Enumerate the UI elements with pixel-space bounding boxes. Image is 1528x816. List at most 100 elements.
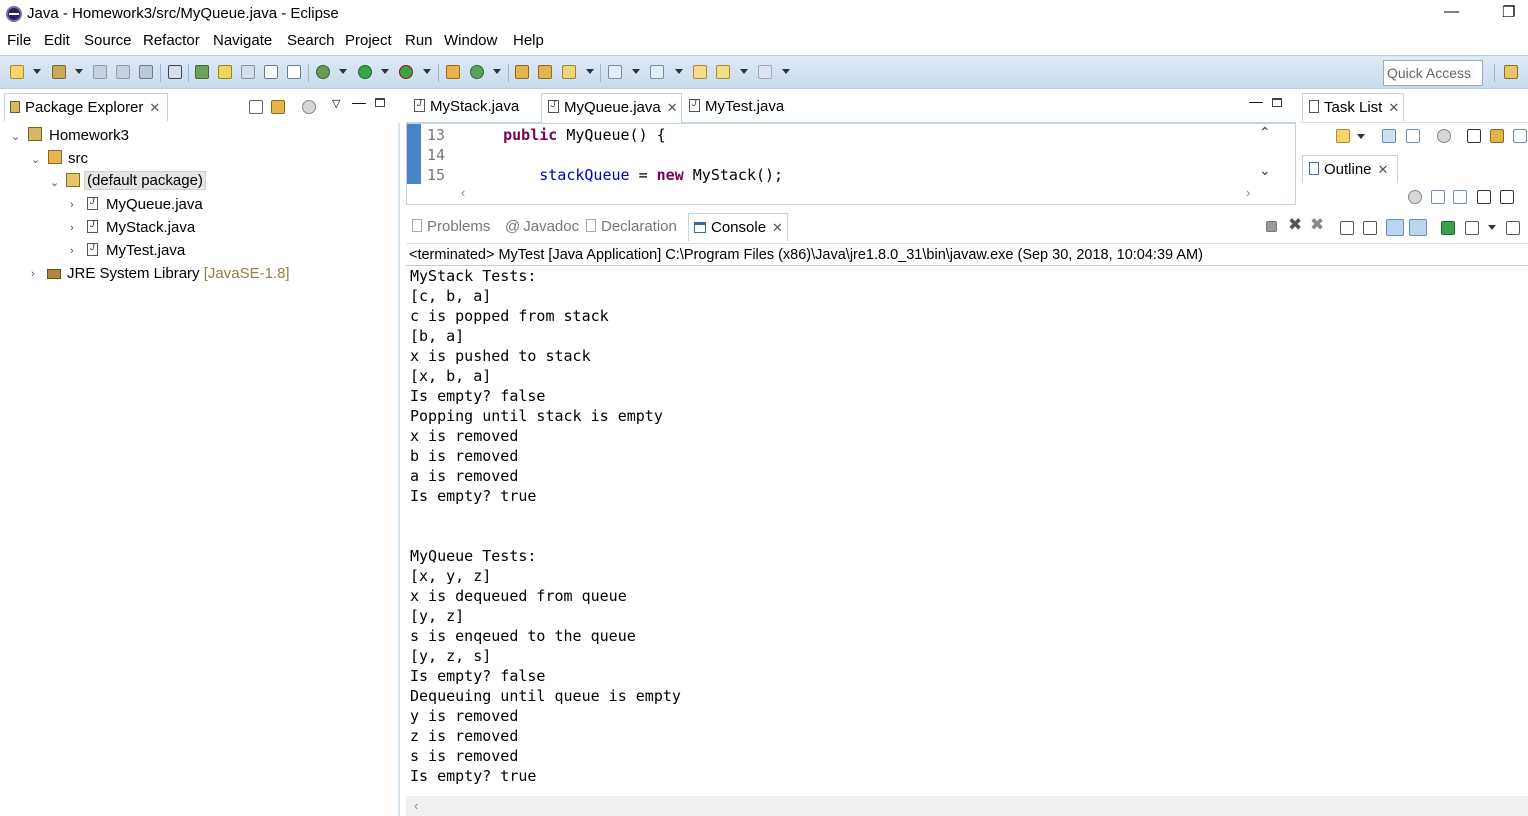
- scroll-left-icon[interactable]: ‹: [414, 798, 418, 813]
- menu-source[interactable]: Source: [84, 32, 132, 49]
- collapse-arrow-icon[interactable]: ›: [70, 245, 74, 257]
- hide-completed-icon[interactable]: [1467, 129, 1481, 143]
- scroll-up-icon[interactable]: ⌃: [1259, 124, 1271, 141]
- forward-dropdown-icon[interactable]: [782, 69, 790, 74]
- menu-project[interactable]: Project: [345, 32, 392, 49]
- collapse-all-icon[interactable]: [249, 100, 263, 114]
- tab-console[interactable]: Console ✕: [688, 213, 788, 241]
- tree-item-project[interactable]: Homework3: [49, 127, 129, 144]
- show-stderr-icon[interactable]: [1409, 219, 1427, 236]
- display-console-dropdown-icon[interactable]: [1488, 225, 1496, 230]
- highlight-icon[interactable]: [218, 65, 232, 79]
- run-icon[interactable]: [358, 65, 372, 79]
- block-selection-icon[interactable]: [241, 65, 255, 79]
- remove-launch-icon[interactable]: ✖: [1288, 215, 1302, 235]
- scroll-down-icon[interactable]: ⌄: [1259, 162, 1271, 179]
- new-task-icon[interactable]: [1336, 129, 1350, 143]
- open-dropdown-icon[interactable]: [75, 69, 83, 74]
- tab-mystack[interactable]: MyStack.java: [410, 93, 540, 121]
- menu-refactor[interactable]: Refactor: [143, 32, 200, 49]
- tree-item-jre[interactable]: JRE System Library [JavaSE-1.8]: [67, 265, 290, 282]
- tree-item-mystack[interactable]: MyStack.java: [106, 219, 195, 236]
- new-class-icon[interactable]: [470, 65, 484, 79]
- group-icon[interactable]: [1406, 129, 1420, 143]
- close-icon[interactable]: ✕: [1378, 162, 1389, 177]
- minimize-view-icon[interactable]: —: [352, 94, 366, 110]
- remove-all-terminated-icon[interactable]: ✖: [1310, 215, 1324, 235]
- tree-item-myqueue[interactable]: MyQueue.java: [106, 196, 203, 213]
- debug-dropdown-icon[interactable]: [339, 69, 347, 74]
- external-tools-dropdown-icon[interactable]: [423, 69, 431, 74]
- hide-static-icon[interactable]: [1500, 190, 1514, 204]
- tree-item-mytest[interactable]: MyTest.java: [106, 242, 185, 259]
- tab-task-list[interactable]: Task List ✕: [1302, 93, 1404, 121]
- show-stdout-icon[interactable]: [1386, 219, 1404, 236]
- close-icon[interactable]: ✕: [1388, 100, 1399, 115]
- open-console-icon[interactable]: [1506, 221, 1520, 235]
- tab-myqueue[interactable]: MyQueue.java✕: [541, 93, 682, 123]
- link-with-editor-icon[interactable]: [271, 100, 285, 114]
- close-icon[interactable]: ✕: [667, 100, 678, 115]
- filter-icon[interactable]: [1437, 129, 1451, 143]
- collapse-all-icon[interactable]: [1513, 129, 1527, 143]
- clear-console-icon[interactable]: [1340, 221, 1354, 235]
- scroll-left-icon[interactable]: ‹: [461, 185, 465, 200]
- open-perspective-icon[interactable]: [1504, 65, 1518, 79]
- code-editor[interactable]: 13 public MyQueue() { 14 15 stackQueue =…: [406, 123, 1296, 205]
- mark-occurrences-icon[interactable]: [195, 65, 209, 79]
- new-package-icon[interactable]: [446, 65, 460, 79]
- next-annotation-dropdown-icon[interactable]: [632, 69, 640, 74]
- tree-item-src[interactable]: src: [68, 150, 88, 167]
- close-icon[interactable]: ✕: [772, 220, 783, 235]
- terminate-icon[interactable]: [1266, 221, 1277, 232]
- quick-access-field[interactable]: Quick Access: [1383, 60, 1483, 86]
- editor-hscrollbar[interactable]: ‹ ›: [421, 184, 1251, 204]
- save-icon[interactable]: [93, 65, 107, 79]
- close-icon[interactable]: ✕: [149, 100, 160, 115]
- menu-file[interactable]: File: [7, 32, 31, 49]
- display-console-icon[interactable]: [1465, 221, 1479, 235]
- open-icon[interactable]: [52, 65, 66, 79]
- view-menu-filters-icon[interactable]: [302, 100, 316, 114]
- menu-window[interactable]: Window: [444, 32, 497, 49]
- run-dropdown-icon[interactable]: [381, 69, 389, 74]
- open-task-icon[interactable]: [538, 65, 552, 79]
- new-dropdown-icon[interactable]: [33, 69, 41, 74]
- word-wrap-icon[interactable]: [264, 65, 278, 79]
- hide-fields-icon[interactable]: [1477, 190, 1491, 204]
- menu-navigate[interactable]: Navigate: [213, 32, 272, 49]
- tab-problems[interactable]: Problems: [408, 213, 500, 241]
- external-tools-icon[interactable]: [399, 65, 413, 79]
- maximize-view-icon[interactable]: [375, 98, 385, 107]
- view-menu-icon[interactable]: ▽: [332, 97, 340, 110]
- pin-console-icon[interactable]: [1441, 221, 1455, 235]
- collapse-all-icon[interactable]: [1431, 190, 1445, 204]
- tab-package-explorer[interactable]: Package Explorer ✕: [4, 93, 168, 121]
- toggle-breakpoint-icon[interactable]: [168, 65, 182, 79]
- search-dropdown-icon[interactable]: [586, 69, 594, 74]
- collapse-arrow-icon[interactable]: ›: [70, 222, 74, 234]
- back-icon[interactable]: [716, 65, 730, 79]
- search-icon[interactable]: [562, 65, 576, 79]
- expand-arrow-icon[interactable]: ⌄: [50, 176, 59, 189]
- menu-edit[interactable]: Edit: [44, 32, 70, 49]
- collapse-arrow-icon[interactable]: ›: [31, 268, 35, 280]
- sort-icon[interactable]: [1453, 190, 1467, 204]
- tab-declaration[interactable]: Declaration: [584, 213, 689, 241]
- tab-mytest[interactable]: MyTest.java: [685, 93, 795, 121]
- expand-arrow-icon[interactable]: ⌄: [11, 130, 20, 143]
- minimize-button[interactable]: —: [1444, 3, 1459, 20]
- previous-annotation-icon[interactable]: [650, 65, 664, 79]
- minimize-view-icon[interactable]: —: [1249, 93, 1263, 109]
- open-type-icon[interactable]: [515, 65, 529, 79]
- back-dropdown-icon[interactable]: [740, 69, 748, 74]
- scroll-lock-icon[interactable]: [1363, 221, 1377, 235]
- menu-run[interactable]: Run: [405, 32, 433, 49]
- collapse-arrow-icon[interactable]: ›: [70, 199, 74, 211]
- menu-search[interactable]: Search: [287, 32, 335, 49]
- last-edit-location-icon[interactable]: [693, 65, 707, 79]
- next-annotation-icon[interactable]: [608, 65, 622, 79]
- show-whitespace-icon[interactable]: [287, 65, 301, 79]
- previous-annotation-dropdown-icon[interactable]: [675, 69, 683, 74]
- debug-icon[interactable]: [316, 65, 330, 79]
